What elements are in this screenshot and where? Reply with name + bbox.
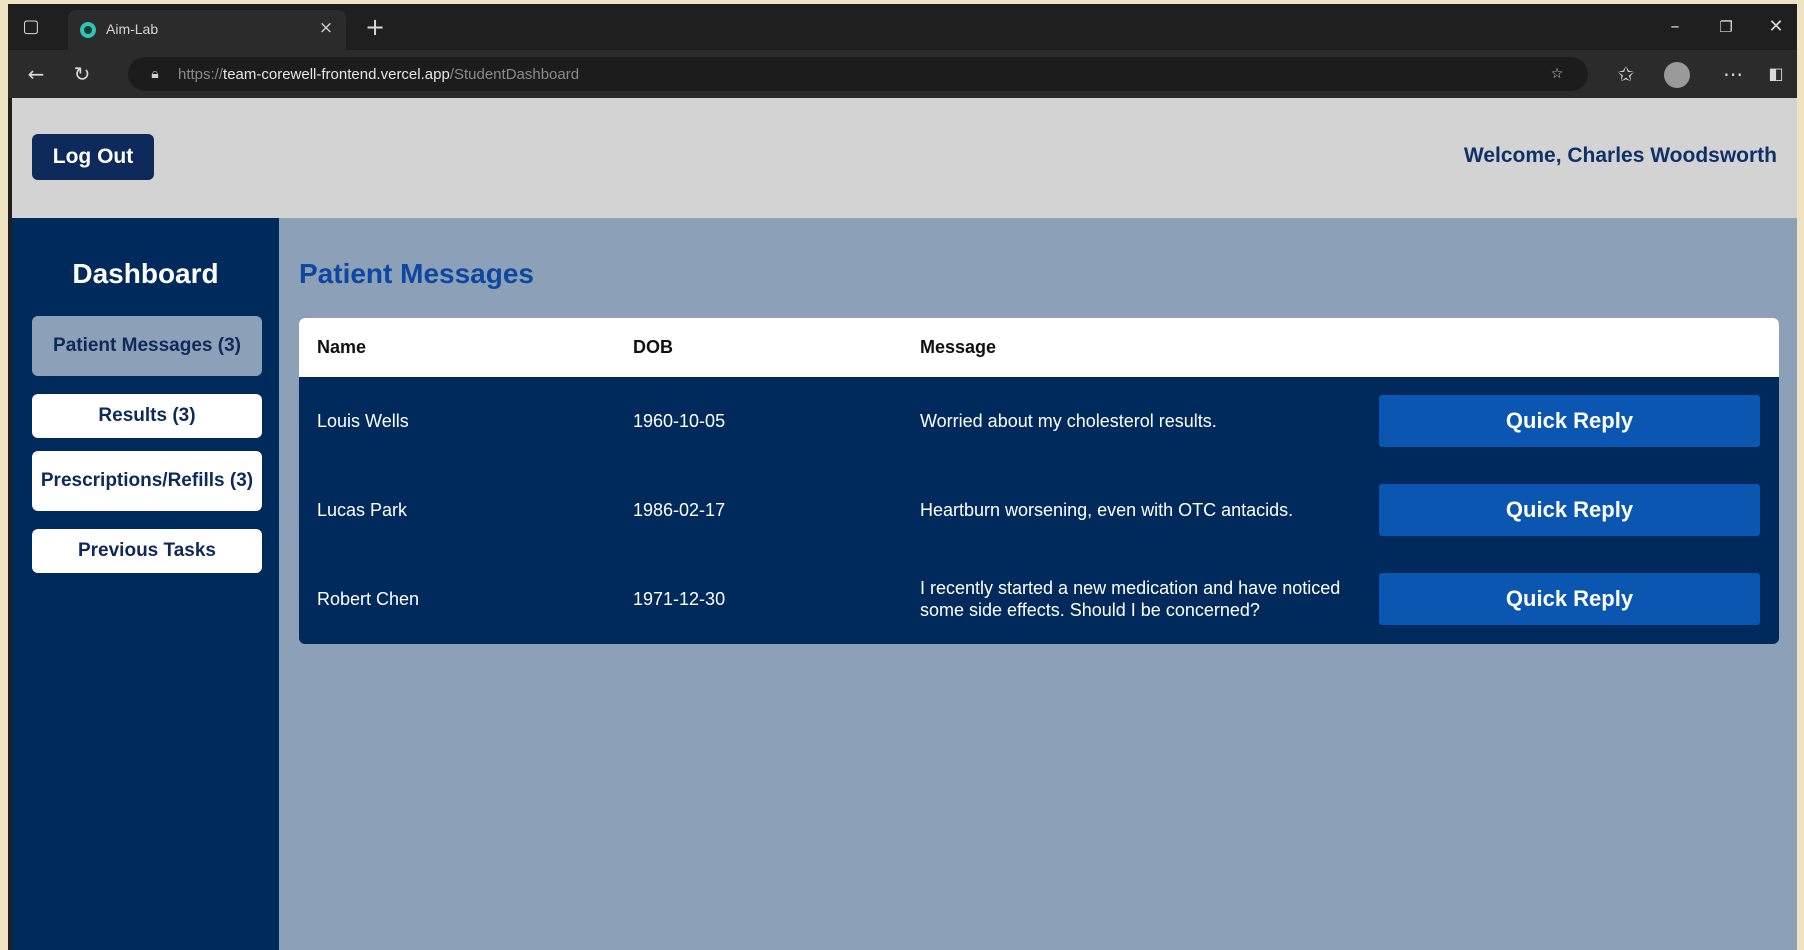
row-name: Louis Wells: [317, 411, 409, 431]
column-header-name: Name: [317, 337, 367, 357]
main-content: Patient Messages Name DOB Message Louis …: [279, 218, 1797, 950]
column-header-dob: DOB: [633, 337, 673, 357]
browser-tab[interactable]: Aim-Lab ×: [68, 10, 346, 50]
row-dob: 1960-10-05: [633, 411, 726, 431]
table-header: Name DOB Message: [299, 318, 1779, 377]
lock-icon[interactable]: 🔒︎: [146, 65, 164, 83]
close-tab-icon[interactable]: ×: [314, 16, 338, 40]
table-row: Robert Chen 1971-12-30 I recently starte…: [299, 555, 1779, 644]
site-icon: [80, 22, 96, 38]
star-icon[interactable]: ☆: [1548, 65, 1566, 83]
profile-avatar[interactable]: [1664, 62, 1690, 88]
back-icon[interactable]: ←: [20, 58, 52, 90]
column-header-message: Message: [920, 337, 997, 357]
row-dob: 1986-02-17: [633, 500, 726, 520]
row-dob: 1971-12-30: [633, 589, 726, 609]
quick-reply-button[interactable]: Quick Reply: [1379, 484, 1760, 536]
browser-window: ▢ Aim-Lab × + – ❐ ✕ ← ↻ 🔒︎ https://team-…: [8, 4, 1797, 950]
url-scheme: https://: [178, 66, 224, 83]
row-message: Heartburn worsening, even with OTC antac…: [920, 500, 1294, 520]
new-tab-icon[interactable]: +: [360, 12, 390, 42]
sidebar-title: Dashboard: [72, 258, 219, 289]
row-name: Lucas Park: [317, 500, 408, 520]
welcome-text: Welcome, Charles Woodsworth: [1463, 144, 1777, 167]
table-row: Lucas Park 1986-02-17 Heartburn worsenin…: [299, 466, 1779, 555]
sidebar: Dashboard Patient Messages (3) Results (…: [12, 218, 279, 950]
sidebar-item-results[interactable]: Results (3): [32, 394, 262, 438]
url-text[interactable]: https://team-corewell-frontend.vercel.ap…: [178, 66, 579, 83]
tab-title: Aim-Lab: [106, 21, 159, 37]
close-icon[interactable]: ✕: [1761, 12, 1791, 42]
url-path: /StudentDashboard: [449, 66, 580, 83]
more-icon[interactable]: ⋯: [1717, 58, 1749, 90]
sidebar-item-patient-messages[interactable]: Patient Messages (3): [32, 316, 262, 376]
tab-actions-icon[interactable]: ▢: [16, 12, 46, 42]
logout-button[interactable]: Log Out: [32, 134, 154, 180]
url-host: team-corewell-frontend.vercel.app: [223, 66, 450, 83]
address-bar[interactable]: 🔒︎ https://team-corewell-frontend.vercel…: [128, 57, 1588, 91]
row-message: Worried about my cholesterol results.: [920, 411, 1217, 431]
sidebar-item-prescriptions-refills[interactable]: Prescriptions/Refills (3): [32, 451, 262, 511]
row-name: Robert Chen: [317, 589, 420, 609]
address-bar-row: ← ↻ 🔒︎ https://team-corewell-frontend.ve…: [8, 50, 1797, 98]
title-bar: ▢ Aim-Lab × + – ❐ ✕: [8, 4, 1797, 50]
page-header: Log Out Welcome, Charles Woodsworth: [12, 98, 1797, 218]
page-title: Patient Messages: [299, 258, 534, 289]
quick-reply-button[interactable]: Quick Reply: [1379, 573, 1760, 625]
quick-reply-button[interactable]: Quick Reply: [1379, 395, 1760, 447]
maximize-icon[interactable]: ❐: [1711, 12, 1741, 42]
row-message: I recently started a new medication and …: [920, 578, 1341, 620]
messages-table: Name DOB Message Louis Wells 1960-10-05 …: [299, 318, 1779, 644]
sidebar-item-previous-tasks[interactable]: Previous Tasks: [32, 529, 262, 573]
sidebar-icon[interactable]: ◧: [1760, 58, 1792, 90]
web-page: Log Out Welcome, Charles Woodsworth Dash…: [12, 98, 1797, 950]
reload-icon[interactable]: ↻: [66, 58, 98, 90]
favorites-icon[interactable]: ✩: [1610, 58, 1642, 90]
minimize-icon[interactable]: –: [1660, 12, 1690, 42]
table-row: Louis Wells 1960-10-05 Worried about my …: [299, 377, 1779, 466]
